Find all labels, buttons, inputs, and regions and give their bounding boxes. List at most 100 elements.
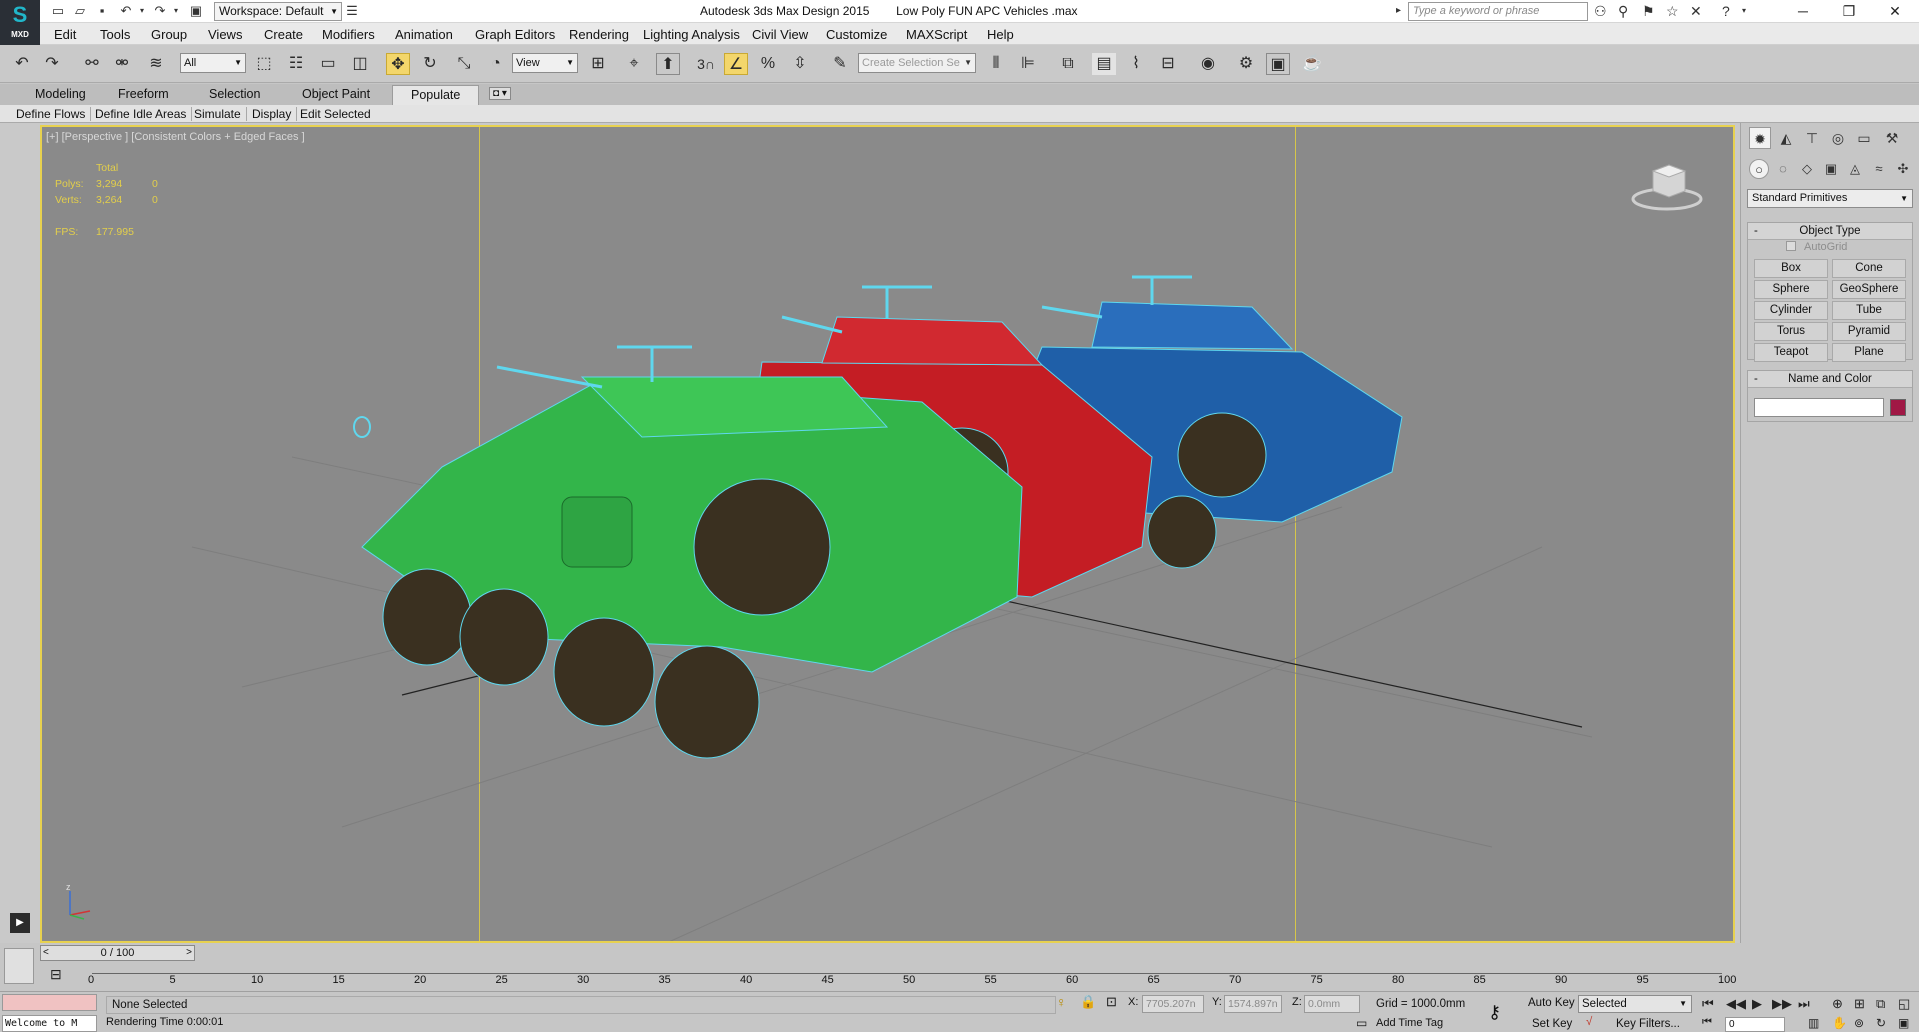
zoom-extents-icon[interactable]: ⊕ [1832,996,1843,1012]
geosphere-button[interactable]: GeoSphere [1832,280,1906,299]
help-dropdown-icon[interactable]: ▾ [1742,3,1746,19]
pyramid-button[interactable]: Pyramid [1832,322,1906,341]
subscription-icon[interactable]: ⚲ [1618,3,1628,19]
menu-maxscript[interactable]: MAXScript [906,27,967,42]
current-frame-input[interactable]: 0 [1725,1017,1785,1032]
torus-button[interactable]: Torus [1754,322,1828,341]
keyboard-shortcut-override-icon[interactable]: ⬆ [656,53,680,75]
undo-icon[interactable]: ↶ [10,53,34,75]
time-slider-thumb[interactable]: < 0 / 100 > [40,945,195,961]
snaps-toggle-icon[interactable]: 3∩ [694,53,718,75]
geometry-icon[interactable]: ○ [1749,159,1769,179]
search-expand-icon[interactable]: ▸ [1396,3,1401,19]
viewcube[interactable] [1631,157,1703,213]
layer-explorer-icon[interactable]: ⧉ [1056,53,1080,75]
edit-named-selection-icon[interactable]: ✎ [828,53,852,75]
menu-edit[interactable]: Edit [54,27,76,42]
tab-populate[interactable]: Populate [392,85,480,105]
schematic-view-icon[interactable]: ⊟ [1156,53,1180,75]
select-by-name-icon[interactable]: ☷ [284,53,308,75]
simulate-button[interactable]: Simulate [194,107,247,121]
open-file-icon[interactable]: ▱ [72,3,88,19]
edit-selected-button[interactable]: Edit Selected [300,107,376,121]
next-frame-icon[interactable]: ▶▶ [1772,996,1792,1012]
named-selection-dropdown[interactable]: Create Selection Se ▼ [858,53,976,73]
walk-through-icon[interactable]: ⊚ [1854,1016,1864,1030]
next-frame-button[interactable]: > [186,946,192,960]
maximize-toggle-icon[interactable]: ▣ [1898,1016,1909,1030]
curve-editor-icon[interactable]: ⊟ [50,966,62,983]
minimize-button[interactable]: ─ [1780,0,1826,23]
display-button[interactable]: Display [252,107,298,121]
define-idle-areas-button[interactable]: Define Idle Areas [95,107,193,121]
rendered-frame-window-icon[interactable]: ▣ [1266,53,1290,75]
material-editor-icon[interactable]: ◉ [1196,53,1220,75]
helpers-icon[interactable]: ◬ [1845,159,1865,179]
favorites-star-icon[interactable]: ☆ [1666,3,1679,19]
modify-tab-icon[interactable]: ◭ [1775,127,1797,149]
project-folder-icon[interactable]: ▣ [188,3,204,19]
add-time-tag-button[interactable]: Add Time Tag [1376,1017,1443,1029]
display-tab-icon[interactable]: ▭ [1853,127,1875,149]
select-and-rotate-icon[interactable]: ↻ [418,53,442,75]
utilities-tab-icon[interactable]: ⚒ [1881,127,1903,149]
redo-dropdown-icon[interactable]: ▾ [168,3,184,19]
zoom-region-icon[interactable]: ⧉ [1876,996,1885,1012]
menu-animation[interactable]: Animation [395,27,453,42]
maxscript-mini-listener[interactable] [2,994,97,1011]
name-and-color-header[interactable]: - Name and Color [1748,371,1912,388]
go-to-end-icon[interactable]: ⏭ [1798,996,1810,1012]
select-and-move-icon[interactable]: ✥ [386,53,410,75]
track-bar[interactable]: ⊟ 0 5 10 15 20 25 30 35 40 45 50 55 60 65 70 75 80 85 90 95… [40,962,1740,988]
maximize-viewport-icon[interactable]: ◱ [1898,996,1910,1012]
rectangular-selection-icon[interactable]: ▭ [316,53,340,75]
help-icon[interactable]: ? [1722,3,1730,19]
redo-icon[interactable]: ↷ [40,53,64,75]
maxscript-listener-toggle[interactable]: ▶ [10,913,30,933]
undo-icon[interactable]: ↶ [118,3,134,19]
communication-icon[interactable]: ⚑ [1642,3,1655,19]
reference-coordinate-dropdown[interactable]: View ▼ [512,53,578,73]
prev-frame-button[interactable]: < [43,946,49,960]
menu-civil-view[interactable]: Civil View [752,27,808,42]
menu-tools[interactable]: Tools [100,27,130,42]
menu-modifiers[interactable]: Modifiers [322,27,375,42]
save-file-icon[interactable]: ▪ [94,3,110,19]
zoom-all-icon[interactable]: ⊞ [1854,996,1865,1012]
auto-key-button[interactable]: Auto Key [1528,997,1575,1009]
cylinder-button[interactable]: Cylinder [1754,301,1828,320]
key-mode-dropdown[interactable]: Selected ▼ [1578,995,1692,1013]
pivot-center-icon[interactable]: ⊞ [586,53,610,75]
shapes-icon[interactable]: ◌ [1773,159,1793,179]
lights-icon[interactable]: ◇ [1797,159,1817,179]
orbit-icon[interactable]: ↻ [1876,1016,1886,1030]
object-color-swatch[interactable] [1890,399,1906,416]
isolate-selection-icon[interactable]: ♀ [1056,994,1067,1010]
tab-modeling[interactable]: Modeling [35,87,86,101]
close-button[interactable]: ✕ [1872,0,1918,23]
key-filters-button[interactable]: Key Filters... [1616,1018,1680,1030]
box-button[interactable]: Box [1754,259,1828,278]
select-object-icon[interactable]: ⬚ [252,53,276,75]
spinner-snap-icon[interactable]: ⇳ [788,53,812,75]
unlink-icon[interactable]: ⚮ [110,53,134,75]
field-of-view-icon[interactable]: ▥ [1808,1016,1819,1030]
render-setup-icon[interactable]: ⚙ [1234,53,1258,75]
teapot-button[interactable]: Teapot [1754,343,1828,362]
render-production-icon[interactable]: ☕ [1300,53,1324,75]
exchange-icon[interactable]: ✕ [1690,3,1702,19]
curve-editor-icon[interactable]: ⌇ [1124,53,1148,75]
set-key-button[interactable]: Set Key [1532,1018,1572,1030]
play-icon[interactable]: ▶ [1752,996,1762,1012]
percent-snap-icon[interactable]: % [756,53,780,75]
menu-create[interactable]: Create [264,27,303,42]
menu-lighting-analysis[interactable]: Lighting Analysis [643,27,740,42]
set-keys-key-icon[interactable]: ⚷ [1488,1002,1501,1023]
tab-selection[interactable]: Selection [209,87,260,101]
selection-filter-dropdown[interactable]: All ▼ [180,53,246,73]
plane-button[interactable]: Plane [1832,343,1906,362]
redo-icon[interactable]: ↷ [152,3,168,19]
cone-button[interactable]: Cone [1832,259,1906,278]
selection-lock-icon[interactable]: 🔒 [1080,994,1096,1010]
bind-space-warp-icon[interactable]: ≋ [144,53,168,75]
